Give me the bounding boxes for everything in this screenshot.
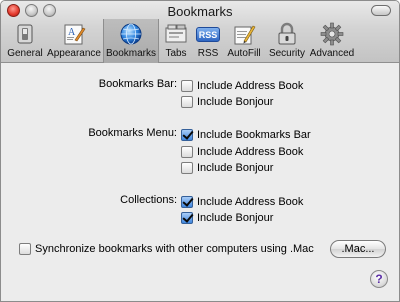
toolbar-item-label: Advanced [309, 48, 355, 59]
toolbar-item-security[interactable]: Security [265, 19, 309, 63]
checkbox[interactable] [19, 243, 31, 255]
toolbar-item-label: Tabs [165, 48, 187, 59]
rss-badge: RSS [196, 26, 220, 42]
toolbar: General A Appearance Bookmarks Tabs RSS … [5, 19, 355, 63]
pencil-icon [232, 22, 256, 46]
option-label: Include Bonjour [197, 162, 274, 174]
collections-bonjour-option[interactable]: Include Bonjour [181, 210, 273, 226]
toolbar-toggle-button[interactable] [371, 5, 391, 16]
toolbar-item-label: AutoFill [227, 48, 261, 59]
toolbar-item-label: Security [268, 48, 306, 59]
toolbar-item-tabs[interactable]: Tabs [159, 19, 193, 63]
bookmarks-menu-label: Bookmarks Menu: [88, 127, 177, 139]
general-switch-icon [14, 22, 36, 46]
sync-mac-option[interactable]: Synchronize bookmarks with other compute… [19, 241, 314, 257]
toolbar-item-label: RSS [197, 48, 219, 59]
collections-address-book-option[interactable]: Include Address Book [181, 194, 303, 210]
toolbar-item-label: General [7, 48, 43, 59]
checkbox[interactable] [181, 162, 193, 174]
toolbar-item-general[interactable]: General [5, 19, 45, 63]
option-label: Include Address Book [197, 196, 304, 208]
toolbar-item-advanced[interactable]: Advanced [309, 19, 355, 63]
option-label: Synchronize bookmarks with other compute… [35, 243, 314, 255]
title-toolbar: Bookmarks General A Appearance Bookmarks… [1, 1, 399, 63]
help-button[interactable]: ? [370, 270, 388, 288]
lock-icon [276, 22, 298, 46]
toolbar-item-label: Appearance [47, 48, 101, 59]
bookmarks-menu-bonjour-option[interactable]: Include Bonjour [181, 160, 273, 176]
bookmarks-bar-bonjour-option[interactable]: Include Bonjour [181, 94, 273, 110]
option-label: Include Bonjour [197, 96, 274, 108]
toolbar-item-autofill[interactable]: AutoFill [223, 19, 265, 63]
gear-icon [320, 22, 344, 46]
bookmarks-bar-label: Bookmarks Bar: [98, 78, 177, 90]
toolbar-item-label: Bookmarks [105, 48, 156, 59]
checkbox[interactable] [181, 96, 193, 108]
appearance-icon: A [62, 22, 86, 46]
option-label: Include Address Book [197, 80, 304, 92]
window-title: Bookmarks [167, 4, 233, 19]
toolbar-item-rss[interactable]: RSS RSS [193, 19, 223, 63]
bookmarks-menu-address-book-option[interactable]: Include Address Book [181, 144, 303, 160]
mac-settings-button[interactable]: .Mac... [330, 240, 386, 258]
globe-icon [119, 22, 143, 46]
checkbox-checked[interactable] [181, 212, 193, 224]
preferences-window: Bookmarks General A Appearance Bookmarks… [0, 0, 400, 302]
toolbar-item-appearance[interactable]: A Appearance [45, 19, 103, 63]
toolbar-item-bookmarks[interactable]: Bookmarks [103, 19, 159, 63]
checkbox[interactable] [181, 80, 193, 92]
checkbox[interactable] [181, 146, 193, 158]
bookmarks-pane: Bookmarks Bar: Include Address Book Incl… [1, 64, 399, 301]
checkbox-checked[interactable] [181, 129, 193, 141]
rss-icon: RSS [196, 22, 220, 46]
checkbox-checked[interactable] [181, 196, 193, 208]
option-label: Include Bonjour [197, 212, 274, 224]
collections-label: Collections: [120, 194, 177, 206]
option-label: Include Address Book [197, 146, 304, 158]
svg-text:A: A [68, 27, 76, 38]
bookmarks-menu-bookmarks-bar-option[interactable]: Include Bookmarks Bar [181, 127, 311, 143]
option-label: Include Bookmarks Bar [197, 129, 311, 141]
bookmarks-bar-address-book-option[interactable]: Include Address Book [181, 78, 303, 94]
tabs-icon [164, 22, 188, 46]
